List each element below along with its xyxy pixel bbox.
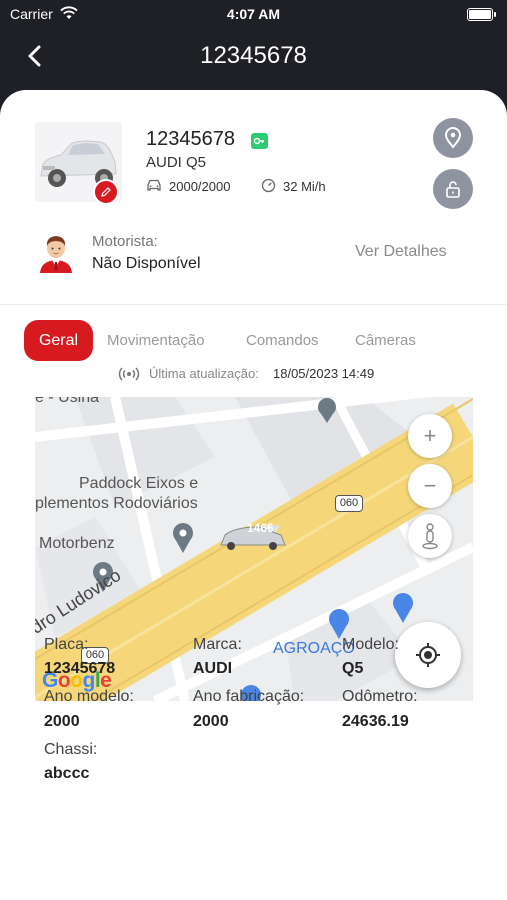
value-modelo: Q5 (342, 660, 364, 677)
my-location-button[interactable] (395, 622, 461, 688)
vehicle-plate: 12345678 (146, 128, 235, 150)
map-label-usina: e - Usina (35, 397, 100, 406)
label-marca: Marca: (193, 636, 242, 653)
map-label-motorbenz: Motorbenz (39, 535, 115, 552)
pencil-icon (101, 187, 111, 197)
clock: 4:07 AM (226, 6, 281, 22)
vehicle-map[interactable]: e - Usina Paddock Eixos e plementos Rodo… (35, 397, 473, 701)
road-shield: 060 (335, 495, 363, 512)
street-view-button[interactable] (408, 514, 452, 558)
car-icon (146, 178, 162, 197)
label-ano-modelo: Ano modelo: (44, 688, 134, 705)
plus-icon: + (423, 423, 437, 448)
nav-bar: 12345678 (0, 30, 507, 86)
map-pin-icon (444, 127, 462, 149)
edit-photo-button[interactable] (93, 179, 119, 205)
page-title: 12345678 (200, 42, 307, 69)
vehicle-speed: 32 Mi/h (283, 179, 326, 194)
battery-icon (467, 8, 496, 21)
label-modelo: Modelo: (342, 636, 399, 653)
map-label-paddock-2: plementos Rodoviários (35, 495, 198, 512)
lock-button[interactable] (433, 169, 473, 209)
value-chassi: abccc (44, 765, 90, 782)
map-label-paddock: Paddock Eixos e (79, 475, 199, 492)
value-placa: 12345678 (44, 660, 116, 677)
zoom-out-button[interactable]: − (408, 464, 452, 508)
value-marca: AUDI (193, 660, 233, 677)
crosshair-icon (416, 643, 440, 667)
tab-cameras[interactable]: Câmeras (355, 332, 416, 349)
tab-movimentacao[interactable]: Movimentação (107, 332, 205, 349)
key-icon (251, 133, 268, 149)
vehicle-model: AUDI Q5 (146, 154, 207, 171)
zoom-in-button[interactable]: + (408, 414, 452, 458)
status-bar: Carrier 4:07 AM (0, 0, 507, 30)
driver-label: Motorista: (92, 233, 158, 250)
driver-name: Não Disponível (92, 255, 201, 272)
label-odometro: Odômetro: (342, 688, 418, 705)
pegman-icon (422, 523, 438, 550)
last-update-label: Última atualização: (149, 366, 259, 381)
label-placa: Placa: (44, 636, 89, 653)
signal-icon (118, 366, 140, 385)
value-ano-modelo: 2000 (44, 713, 80, 730)
tab-geral[interactable]: Geral (24, 320, 93, 361)
unlock-icon (446, 181, 460, 198)
minus-icon: − (423, 473, 437, 498)
speedometer-icon (261, 178, 276, 198)
driver-avatar (37, 231, 75, 273)
value-odometro: 24636.19 (342, 713, 409, 730)
divider (0, 304, 507, 305)
tab-comandos[interactable]: Comandos (246, 332, 319, 349)
value-ano-fabricacao: 2000 (193, 713, 229, 730)
vehicle-year: 2000/2000 (169, 179, 231, 194)
location-button[interactable] (433, 118, 473, 158)
car-label: 1466 (247, 521, 274, 535)
view-details-link[interactable]: Ver Detalhes (355, 243, 447, 261)
last-update-value: 18/05/2023 14:49 (273, 366, 375, 381)
label-chassi: Chassi: (44, 741, 98, 758)
label-ano-fabricacao: Ano fabricação: (193, 688, 305, 705)
